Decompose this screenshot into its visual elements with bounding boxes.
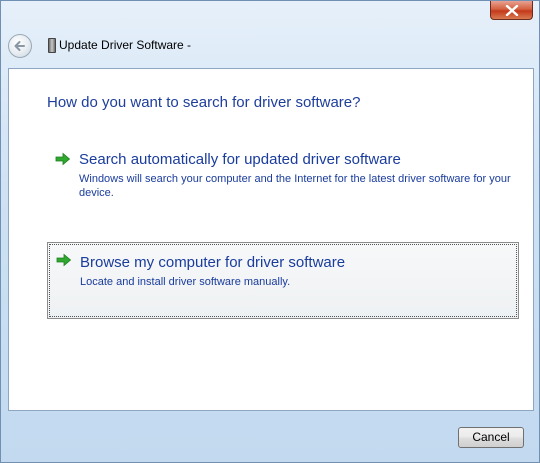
content-panel: How do you want to search for driver sof…	[8, 68, 534, 411]
dialog-window: Update Driver Software - How do you want…	[0, 0, 540, 463]
option-title: Browse my computer for driver software	[80, 254, 346, 271]
close-button[interactable]	[490, 1, 533, 20]
device-icon	[48, 38, 56, 53]
green-arrow-icon	[55, 152, 71, 166]
page-heading: How do you want to search for driver sof…	[47, 94, 361, 111]
browse-computer-option[interactable]: Browse my computer for driver software L…	[47, 242, 519, 319]
option-description: Locate and install driver software manua…	[80, 276, 291, 288]
back-button[interactable]	[8, 34, 32, 58]
close-icon	[505, 5, 519, 16]
search-automatically-option[interactable]: Search automatically for updated driver …	[47, 145, 519, 211]
cancel-button[interactable]: Cancel	[458, 427, 524, 448]
option-description: Windows will search your computer and th…	[79, 173, 511, 199]
back-arrow-icon	[14, 41, 25, 51]
window-title: Update Driver Software -	[59, 38, 192, 52]
option-title: Search automatically for updated driver …	[79, 151, 401, 168]
header-bar: Update Driver Software -	[1, 24, 539, 68]
green-arrow-icon	[56, 253, 72, 267]
